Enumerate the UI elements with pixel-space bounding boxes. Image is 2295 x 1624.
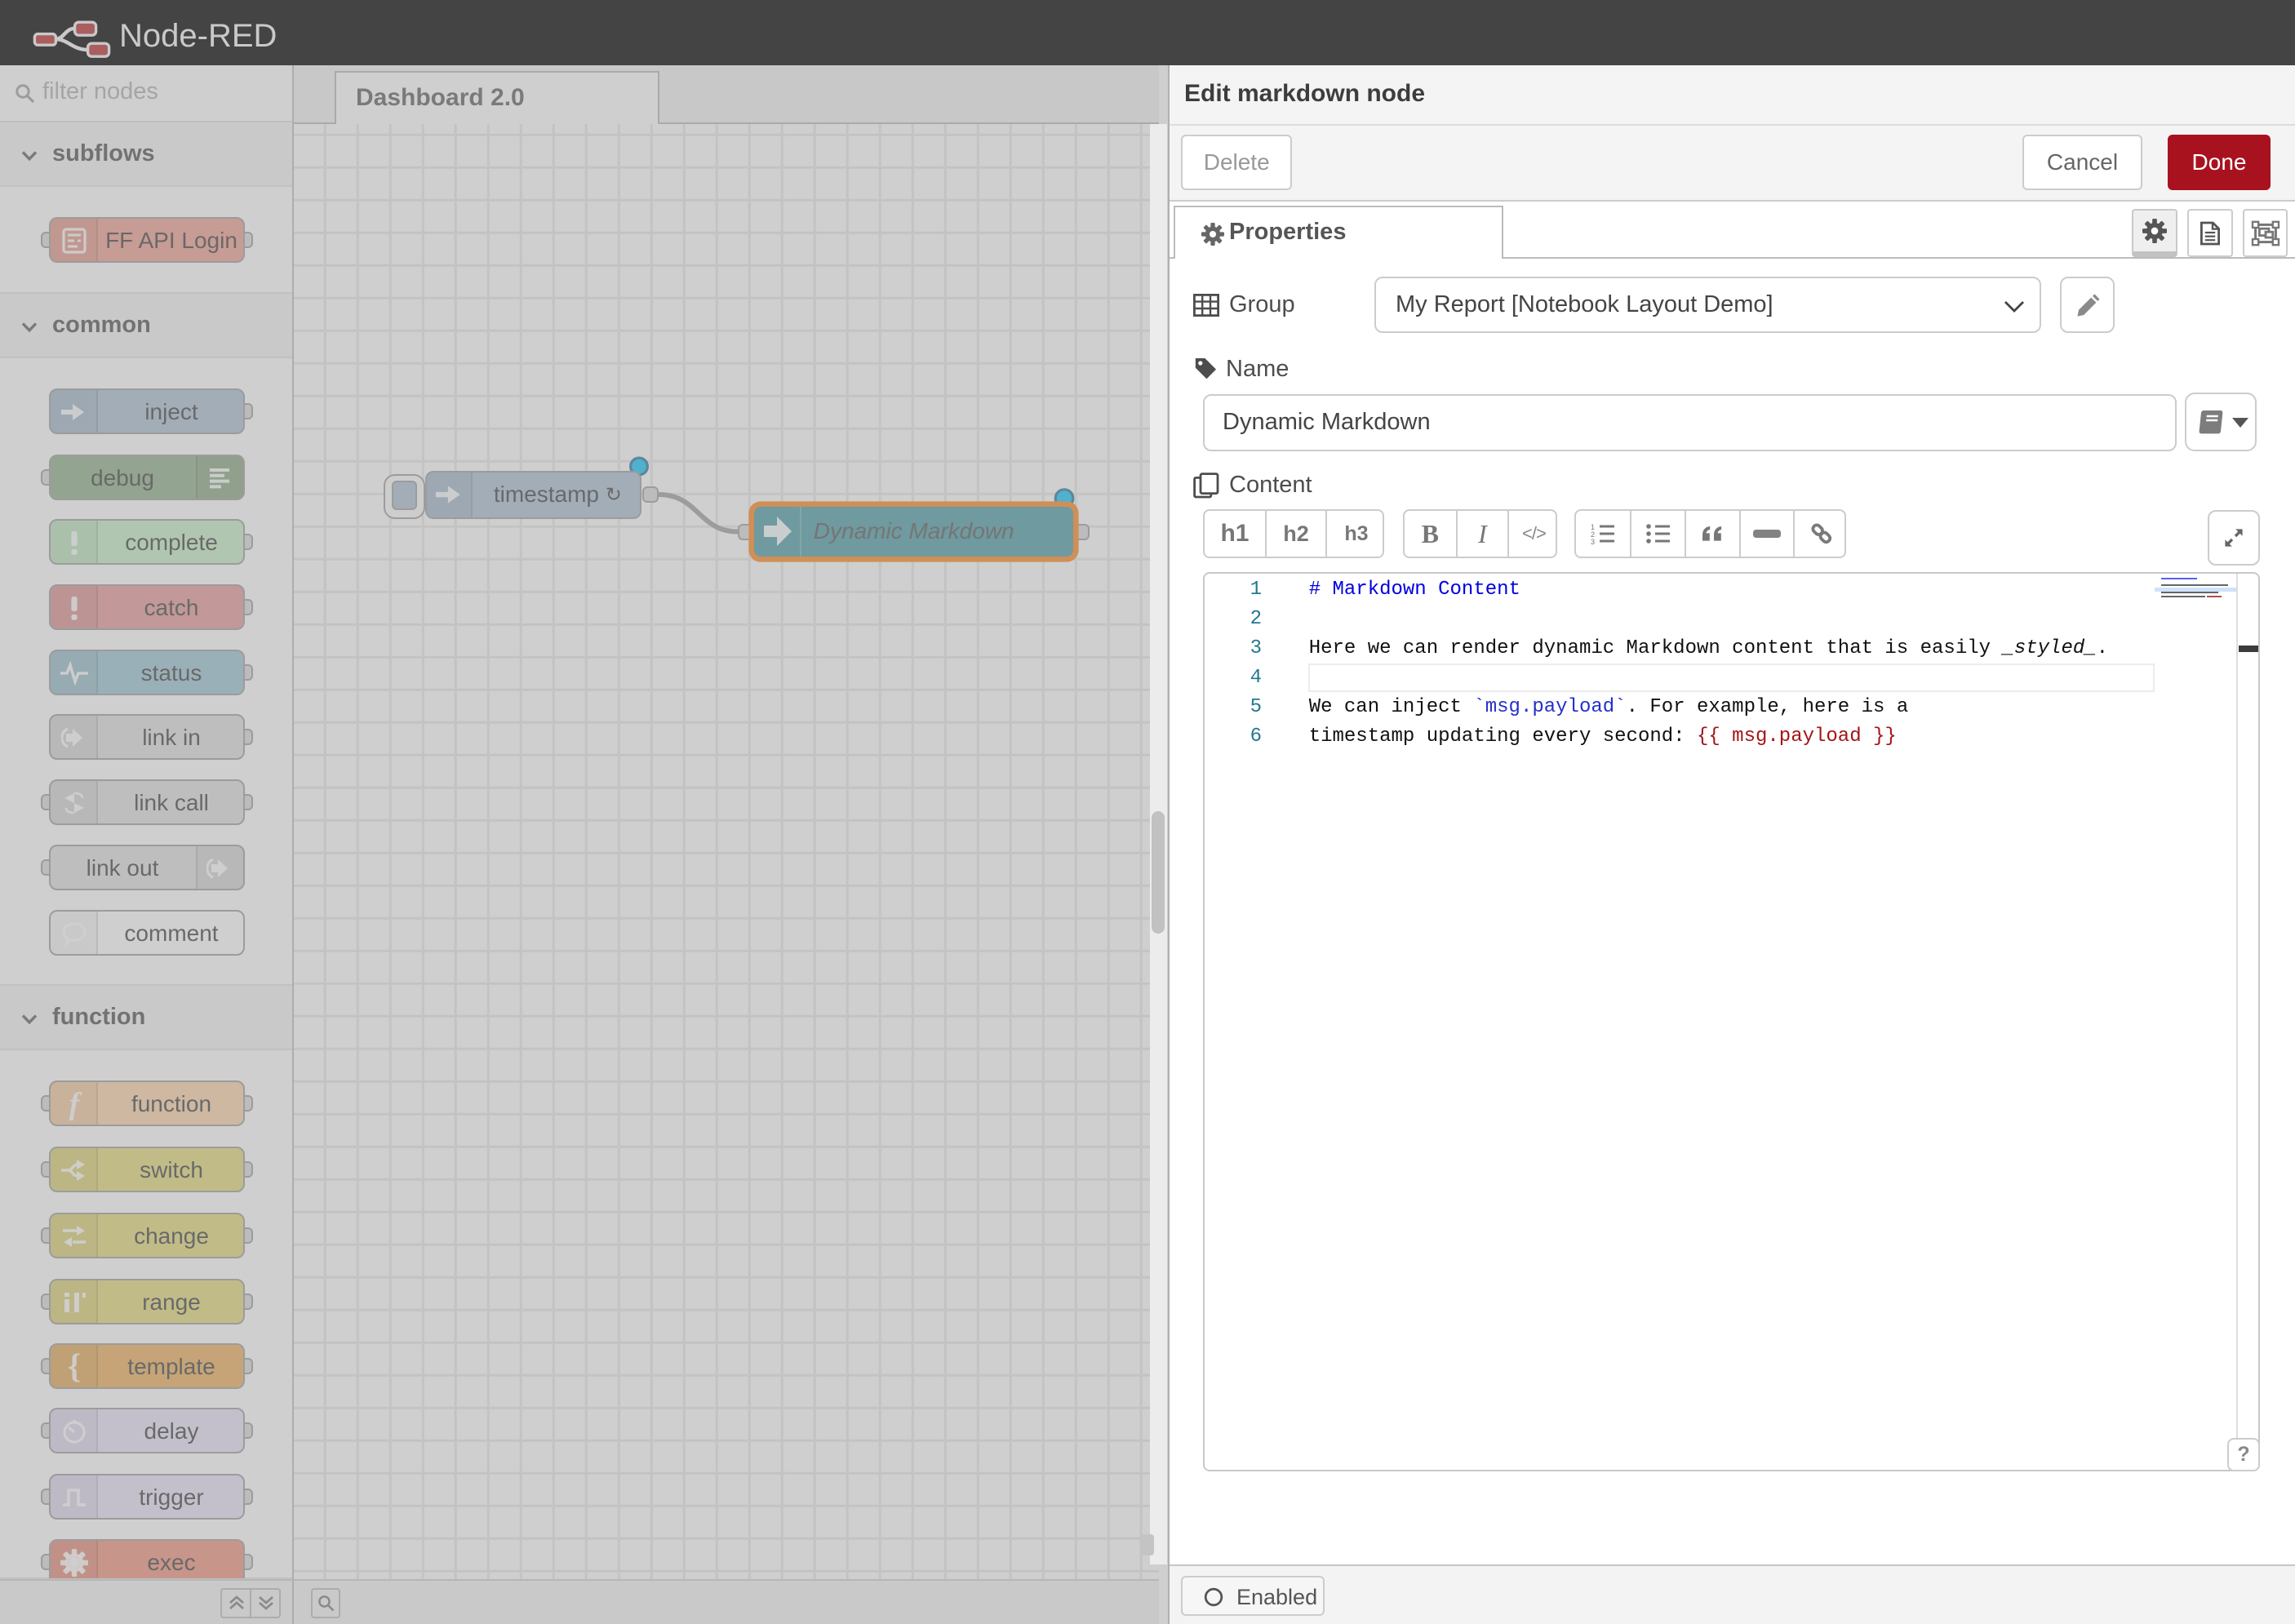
svg-text:3: 3 <box>1591 538 1595 544</box>
